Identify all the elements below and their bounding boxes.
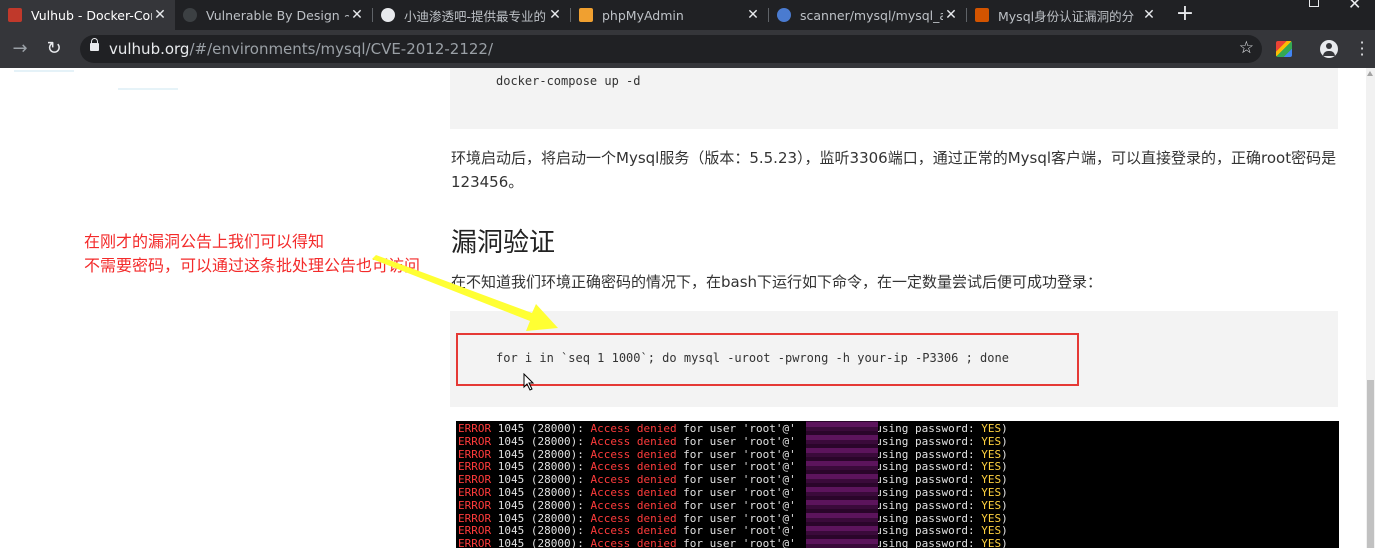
annotation-text: 在刚才的漏洞公告上我们可以得知 不需要密码，可以通过这条批处理公告也可访问 <box>84 230 420 278</box>
annotation-line: 不需要密码，可以通过这条批处理公告也可访问 <box>84 256 421 275</box>
url-text[interactable]: vulhub.org/#/environments/mysql/CVE-2012… <box>109 40 493 58</box>
terminal-line: ERROR 1045 (28000): Access denied for us… <box>458 498 1008 512</box>
tab-title: Mysql身份认证漏洞的分 <box>998 8 1135 24</box>
browser-toolbar: → ↻ vulhub.org/#/environments/mysql/CVE-… <box>0 30 1375 68</box>
window-close-icon[interactable]: ✕ <box>1348 0 1361 13</box>
tab-scanner-mysql[interactable]: scanner/mysql/mysql_a ✕ <box>769 0 966 30</box>
maximize-icon[interactable] <box>1309 0 1319 7</box>
close-tab-icon[interactable]: ✕ <box>152 7 168 23</box>
extension-icon[interactable] <box>1276 41 1292 57</box>
vulhub-favicon-icon <box>8 8 22 22</box>
redacted-ip <box>806 421 878 548</box>
terminal-line: ERROR 1045 (28000): Access denied for us… <box>458 434 1008 448</box>
scrollbar-thumb[interactable] <box>1367 380 1374 548</box>
instruction-paragraph: 在不知道我们环境正确密码的情况下，在bash下运行如下命令，在一定数量尝试后便可… <box>451 273 1103 291</box>
lock-icon <box>90 38 99 51</box>
tab-xiaodi[interactable]: 小迪渗透吧-提供最专业的 ✕ <box>373 0 570 30</box>
code-block-compose: docker-compose up -d <box>450 68 1338 129</box>
tab-title: phpMyAdmin <box>602 7 684 23</box>
tab-phpmyadmin[interactable]: phpMyAdmin ✕ <box>571 0 768 30</box>
code-text: docker-compose up -d <box>496 74 641 88</box>
tab-title: Vulhub - Docker-Comp <box>31 7 152 23</box>
tab-title: scanner/mysql/mysql_a <box>800 7 943 23</box>
environment-paragraph: 环境启动后，将启动一个Mysql服务（版本：5.5.23），监听3306端口，通… <box>451 149 1337 191</box>
tab-mysql-auth[interactable]: Mysql身份认证漏洞的分 ✕ <box>967 0 1164 30</box>
close-tab-icon[interactable]: ✕ <box>1141 7 1157 23</box>
terminal-line: ERROR 1045 (28000): Access denied for us… <box>458 524 1008 538</box>
minimize-icon[interactable] <box>1232 0 1252 10</box>
phpmyadmin-favicon-icon <box>579 8 593 22</box>
globe-icon <box>381 8 395 22</box>
tab-title: Vulnerable By Design ~ <box>206 7 349 23</box>
section-heading: 漏洞验证 <box>451 228 556 258</box>
scroll-up-icon[interactable] <box>1367 71 1373 76</box>
new-tab-button[interactable]: + <box>1173 0 1197 30</box>
paw-icon <box>777 8 791 22</box>
page-content: docker-compose up -d 环境启动后，将启动一个Mysql服务（… <box>0 68 1366 548</box>
terminal-line: ERROR 1045 (28000): Access denied for us… <box>458 537 1008 548</box>
terminal-line: ERROR 1045 (28000): Access denied for us… <box>458 422 1008 435</box>
tab-vulnerable-by-design[interactable]: Vulnerable By Design ~ ✕ <box>175 0 372 30</box>
terminal-line: ERROR 1045 (28000): Access denied for us… <box>458 460 1008 474</box>
highlight-box <box>456 333 1079 386</box>
address-bar[interactable]: vulhub.org/#/environments/mysql/CVE-2012… <box>80 35 1262 63</box>
annotation-line: 在刚才的漏洞公告上我们可以得知 <box>84 232 325 251</box>
terminal-screenshot: ERROR 1045 (28000): Access denied for us… <box>456 421 1339 548</box>
forward-arrow-icon[interactable]: → <box>8 37 32 61</box>
article-favicon-icon <box>975 8 989 22</box>
menu-dots-icon[interactable]: · · · <box>1358 35 1366 63</box>
tab-strip: Vulhub - Docker-Comp ✕ Vulnerable By Des… <box>0 0 1375 30</box>
tab-title: 小迪渗透吧-提供最专业的 <box>404 8 547 24</box>
close-tab-icon[interactable]: ✕ <box>745 7 761 23</box>
bookmark-star-icon[interactable]: ☆ <box>1239 38 1254 58</box>
profile-avatar-icon[interactable] <box>1320 40 1338 58</box>
mouse-cursor-icon <box>523 373 535 391</box>
terminal-line: ERROR 1045 (28000): Access denied for us… <box>458 447 1008 461</box>
sidebar-remnant <box>8 68 258 98</box>
terminal-line: ERROR 1045 (28000): Access denied for us… <box>458 486 1008 499</box>
vulnhub-favicon-icon <box>183 8 197 22</box>
close-tab-icon[interactable]: ✕ <box>349 7 365 23</box>
close-tab-icon[interactable]: ✕ <box>943 7 959 23</box>
close-tab-icon[interactable]: ✕ <box>547 7 563 23</box>
terminal-line: ERROR 1045 (28000): Access denied for us… <box>458 473 1008 487</box>
tab-vulhub[interactable]: Vulhub - Docker-Comp ✕ <box>0 0 175 30</box>
terminal-line: ERROR 1045 (28000): Access denied for us… <box>458 511 1008 525</box>
reload-icon[interactable]: ↻ <box>42 37 66 61</box>
